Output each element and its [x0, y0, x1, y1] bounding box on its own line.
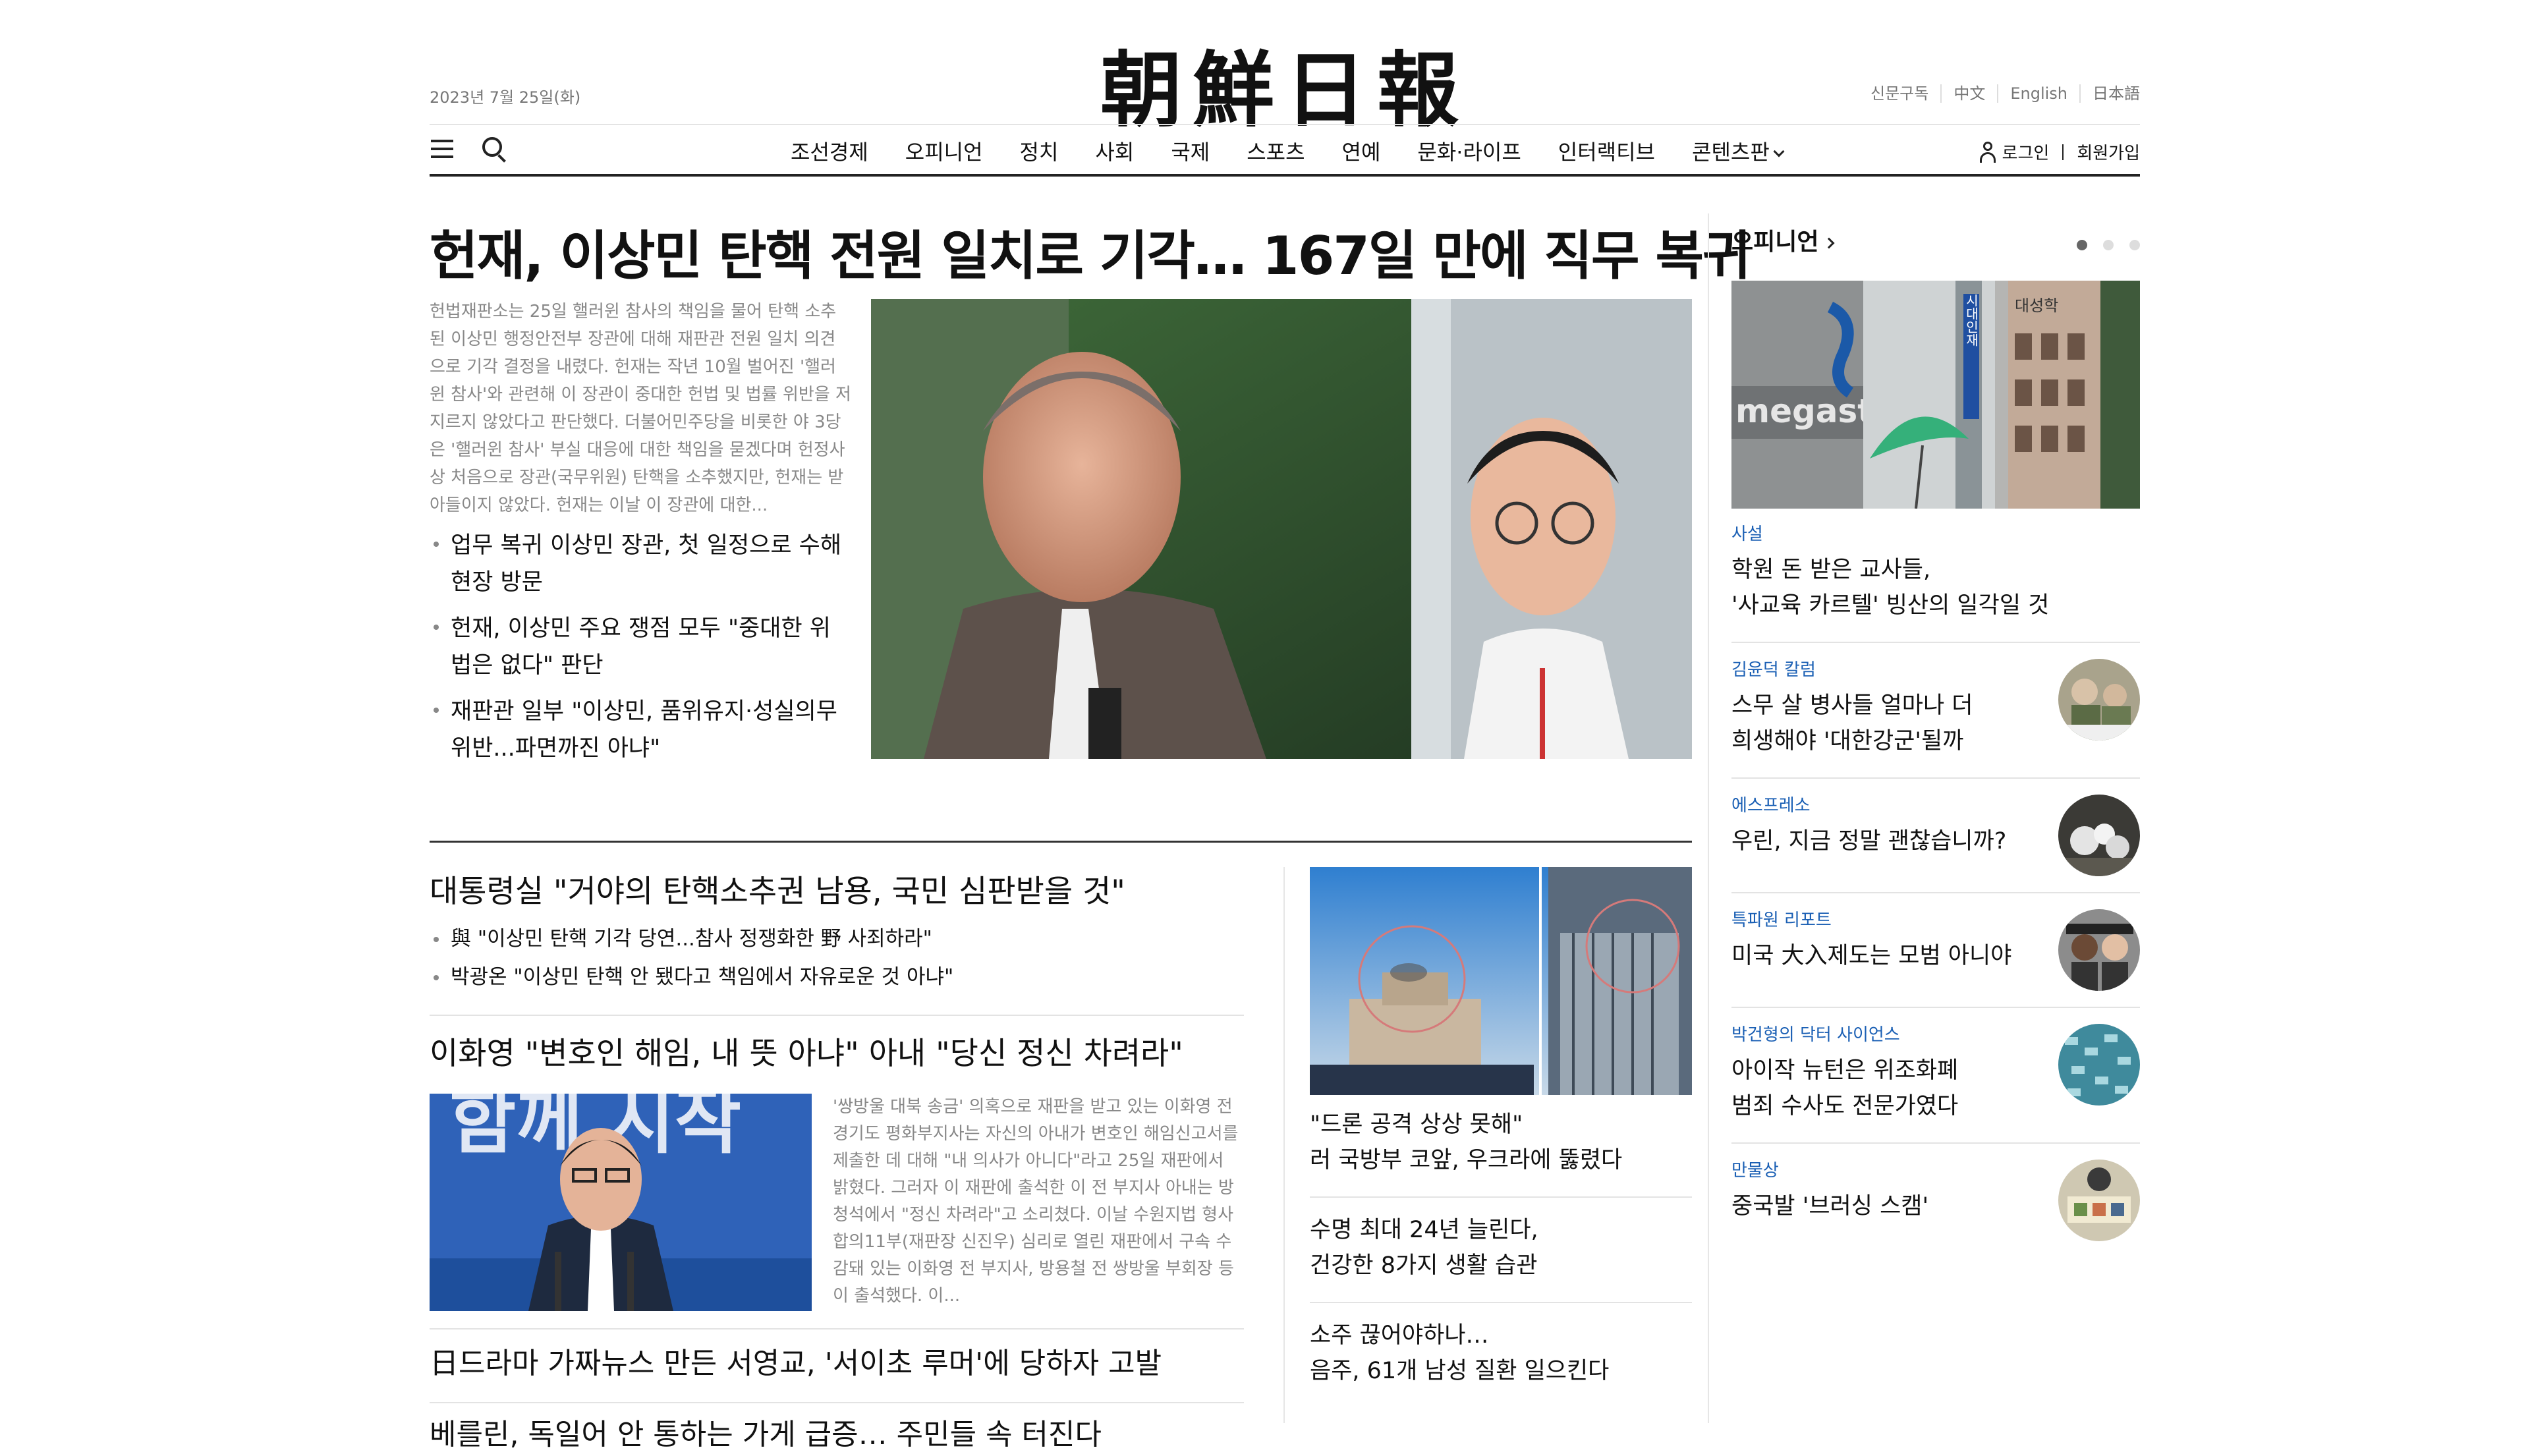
mid-story-line: 수명 최대 24년 늘린다,: [1310, 1217, 1538, 1243]
mid-story[interactable]: 수명 최대 24년 늘린다, 건강한 8가지 생활 습관: [1310, 1212, 1718, 1283]
rail-divider: [1708, 213, 1709, 1423]
story-title[interactable]: 베를린, 독일어 안 통하는 가게 급증… 주민들 속 터진다: [430, 1414, 1244, 1456]
story-divider: [430, 1015, 1244, 1016]
nav-entertainment[interactable]: 연예: [1342, 136, 1381, 166]
mid-story-line: 러 국방부 코앞, 우크라에 뚫렸다: [1310, 1147, 1623, 1173]
related-link[interactable]: 업무 복귀 이상민 장관, 첫 일정으로 수해현장 방문: [430, 527, 851, 601]
story-block: 대통령실 "거야의 탄핵소추권 남용, 국민 심판받을 것" 與 "이상민 탄핵…: [430, 871, 1244, 996]
carousel-dot[interactable]: [2129, 240, 2140, 250]
story-title[interactable]: 日드라마 가짜뉴스 만든 서영교, '서이초 루머'에 당하자 고발: [430, 1343, 1244, 1385]
english-link[interactable]: English: [1997, 84, 2079, 103]
drone-photo[interactable]: [1310, 867, 1692, 1095]
nav-international[interactable]: 국제: [1171, 136, 1210, 166]
nav-items: 조선경제 오피니언 정치 사회 국제 스포츠 연예 문화·라이프 인터랙티브 콘…: [791, 136, 1820, 166]
search-icon[interactable]: [482, 137, 509, 163]
story-block: 베를린, 독일어 안 통하는 가게 급증… 주민들 속 터진다: [430, 1414, 1244, 1456]
japanese-link[interactable]: 日本語: [2079, 84, 2140, 103]
columnist-thumb[interactable]: [2058, 1024, 2140, 1106]
story-block: 日드라마 가짜뉴스 만든 서영교, '서이초 루머'에 당하자 고발: [430, 1343, 1244, 1385]
column-divider: [1283, 867, 1285, 1423]
chevron-down-icon: [1773, 146, 1785, 157]
auth-separator: [2062, 144, 2064, 160]
carousel-dot[interactable]: [2103, 240, 2114, 250]
opinion-photo[interactable]: megastu 시대인재 대성학: [1731, 281, 2140, 509]
lead-headline[interactable]: 헌재, 이상민 탄핵 전원 일치로 기각… 167일 만에 직무 복귀: [430, 213, 1751, 290]
nav-sports[interactable]: 스포츠: [1247, 136, 1305, 166]
lead-photo[interactable]: [871, 299, 1692, 759]
story-summary[interactable]: '쌍방울 대북 송금' 의혹으로 재판을 받고 있는 이화영 전 경기도 평화부…: [833, 1094, 1244, 1310]
columnist-thumb[interactable]: [2058, 909, 2140, 991]
columnist-thumb[interactable]: [2058, 1160, 2140, 1241]
opinion-title[interactable]: 학원 돈 받은 교사들, '사교육 카르텔' 빙산의 일각일 것: [1731, 552, 2140, 623]
nav-culture-life[interactable]: 문화·라이프: [1417, 136, 1521, 166]
mid-story[interactable]: 소주 끊어야하나… 음주, 61개 남성 질환 일으킨다: [1310, 1318, 1718, 1389]
lead-related-list: 업무 복귀 이상민 장관, 첫 일정으로 수해현장 방문 헌재, 이상민 주요 …: [430, 527, 851, 776]
story-divider: [430, 1328, 1244, 1330]
login-link[interactable]: 로그인: [2002, 140, 2050, 164]
rail-divider-line: [1731, 1007, 2140, 1008]
sub-link[interactable]: 與 "이상민 탄핵 기각 당연...참사 정쟁화한 野 사죄하라": [430, 920, 1244, 958]
section-divider: [430, 841, 1692, 843]
story-block: 이화영 "변호인 해임, 내 뜻 아냐" 아내 "당신 정신 차려라": [430, 1033, 1244, 1075]
hamburger-menu-icon[interactable]: [431, 140, 453, 161]
related-link[interactable]: 재판관 일부 "이상민, 품위유지·성실의무 위반...파면까진 아냐": [430, 693, 851, 767]
top-links: 신문구독 中文 English 日本語: [1859, 84, 2140, 103]
mid-story-line: 음주, 61개 남성 질환 일으킨다: [1310, 1358, 1610, 1384]
sub-link[interactable]: 박광온 "이상민 탄핵 안 됐다고 책임에서 자유로운 것 아냐": [430, 958, 1244, 996]
columnist-thumb[interactable]: [2058, 659, 2140, 741]
chevron-right-icon: [1823, 237, 1835, 249]
rail-divider-line: [1731, 642, 2140, 643]
nav-economy[interactable]: 조선경제: [791, 136, 868, 166]
nav-contents[interactable]: 콘텐츠판: [1692, 136, 1785, 166]
nav-society[interactable]: 사회: [1095, 136, 1134, 166]
rail-divider-line: [1731, 892, 2140, 893]
mid-story-line: 건강한 8가지 생활 습관: [1310, 1252, 1538, 1279]
story-title[interactable]: 대통령실 "거야의 탄핵소추권 남용, 국민 심판받을 것": [430, 871, 1244, 913]
opinion-heading[interactable]: 오피니언: [1731, 223, 1835, 257]
opinion-item[interactable]: 만물상 중국발 '브러싱 스캠': [1731, 1160, 2140, 1241]
mid-divider: [1310, 1302, 1692, 1303]
opinion-item[interactable]: 에스프레소 우린, 지금 정말 괜찮습니까?: [1731, 795, 2140, 876]
story-divider: [430, 1402, 1244, 1403]
lead-summary[interactable]: 헌법재판소는 25일 핼러윈 참사의 책임을 물어 탄핵 소추된 이상민 행정안…: [430, 298, 851, 519]
mid-divider: [1310, 1196, 1692, 1198]
auth-links: 로그인 회원가입: [1979, 140, 2140, 164]
opinion-title-line: 학원 돈 받은 교사들,: [1731, 557, 1931, 583]
page: 2023년 7월 25일(화) 朝鮮日報 신문구독 中文 English 日本語…: [430, 0, 2140, 1451]
sign-academy: 시대인재: [1963, 294, 1979, 347]
mid-story-line: 소주 끊어야하나…: [1310, 1322, 1489, 1349]
related-link[interactable]: 헌재, 이상민 주요 쟁점 모두 "중대한 위법은 없다" 판단: [430, 610, 851, 684]
carousel-dots: [2061, 240, 2140, 250]
opinion-item[interactable]: 박건형의 닥터 사이언스 아이작 뉴턴은 위조화폐 범죄 수사도 전문가였다: [1731, 1024, 2140, 1124]
chinese-link[interactable]: 中文: [1940, 84, 1997, 103]
main-nav: 조선경제 오피니언 정치 사회 국제 스포츠 연예 문화·라이프 인터랙티브 콘…: [430, 125, 2140, 177]
story-photo[interactable]: 함께 시작: [430, 1094, 812, 1311]
nav-contents-label: 콘텐츠판: [1692, 140, 1770, 165]
story-title[interactable]: 이화영 "변호인 해임, 내 뜻 아냐" 아내 "당신 정신 차려라": [430, 1033, 1244, 1075]
nav-politics[interactable]: 정치: [1020, 136, 1059, 166]
rail-divider-line: [1731, 777, 2140, 779]
opinion-item[interactable]: 사설 학원 돈 받은 교사들, '사교육 카르텔' 빙산의 일각일 것: [1731, 523, 2140, 623]
signup-link[interactable]: 회원가입: [2077, 140, 2140, 164]
mid-story[interactable]: "드론 공격 상상 못해" 러 국방부 코앞, 우크라에 뚫렸다: [1310, 1107, 1718, 1178]
columnist-thumb[interactable]: [2058, 795, 2140, 876]
opinion-item[interactable]: 특파원 리포트 미국 大入제도는 모범 아니야: [1731, 909, 2140, 991]
opinion-item[interactable]: 김윤덕 칼럼 스무 살 병사들 얼마나 더 희생해야 '대한강군'될까: [1731, 659, 2140, 759]
opinion-category[interactable]: 사설: [1731, 523, 2140, 546]
opinion-heading-label: 오피니언: [1731, 229, 1819, 256]
subscribe-link[interactable]: 신문구독: [1859, 84, 1940, 103]
carousel-dot[interactable]: [2077, 240, 2087, 250]
opinion-title-line: '사교육 카르텔' 빙산의 일각일 것: [1731, 592, 2050, 619]
user-icon[interactable]: [1979, 141, 1997, 163]
mid-story-line: "드론 공격 상상 못해": [1310, 1111, 1523, 1138]
story-sub-list: 與 "이상민 탄핵 기각 당연...참사 정쟁화한 野 사죄하라" 박광온 "이…: [430, 920, 1244, 996]
sign-univ: 대성학: [2015, 296, 2058, 315]
nav-interactive[interactable]: 인터랙티브: [1558, 136, 1655, 166]
rail-divider-line: [1731, 1142, 2140, 1144]
nav-opinion[interactable]: 오피니언: [905, 136, 983, 166]
